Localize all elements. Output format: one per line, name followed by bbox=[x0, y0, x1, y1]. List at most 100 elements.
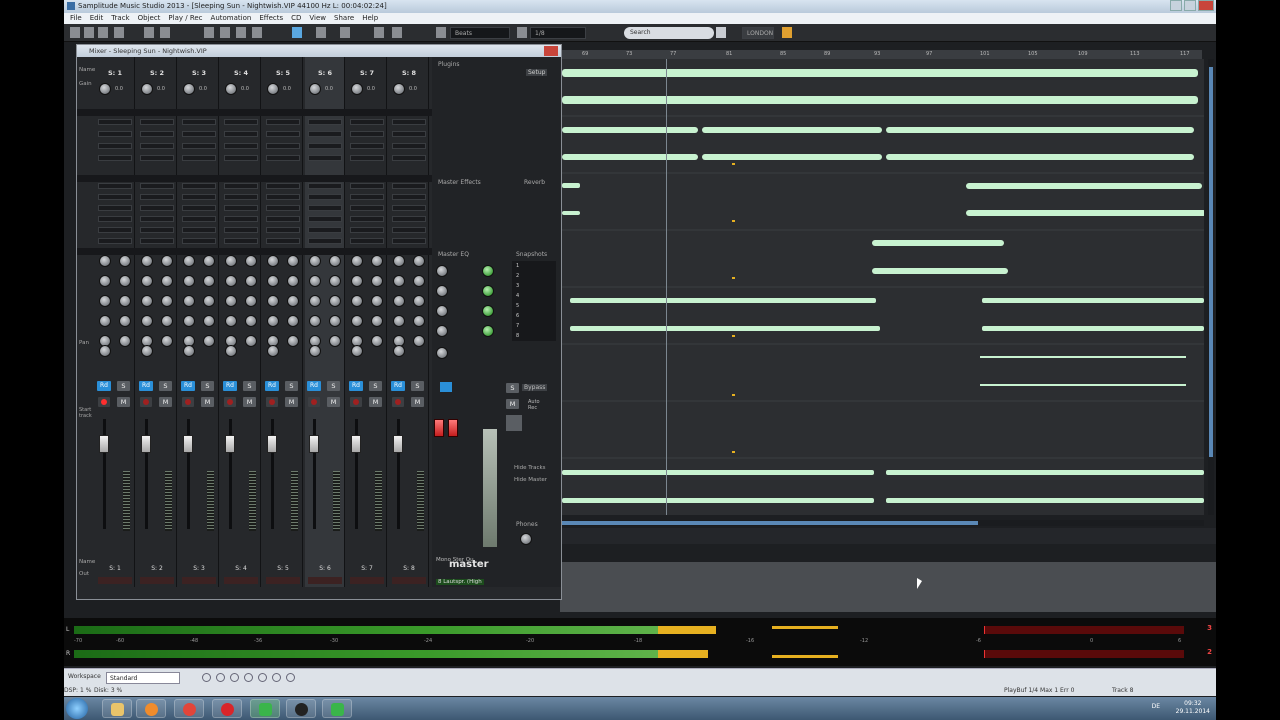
eq-freq-knob[interactable] bbox=[413, 275, 425, 287]
record-arm-button[interactable] bbox=[266, 397, 278, 407]
track-name-label[interactable]: S: 3 bbox=[181, 69, 217, 77]
insert-slot[interactable] bbox=[392, 216, 426, 222]
insert-slot[interactable] bbox=[182, 183, 216, 189]
aux-send-slot[interactable] bbox=[182, 119, 216, 125]
transport-more-icon[interactable] bbox=[272, 673, 281, 682]
mute-button[interactable]: M bbox=[243, 397, 256, 407]
menu-help[interactable]: Help bbox=[362, 13, 378, 24]
gain-knob[interactable] bbox=[183, 83, 195, 95]
snapshot-list[interactable]: 1 2 3 4 5 6 7 8 bbox=[512, 261, 556, 341]
aux-send-slot[interactable] bbox=[392, 155, 426, 161]
volume-fader[interactable] bbox=[393, 435, 403, 453]
track-name-label[interactable]: S: 5 bbox=[265, 69, 301, 77]
insert-slot[interactable] bbox=[224, 183, 258, 189]
master-eq-gain-knob[interactable] bbox=[482, 305, 494, 317]
insert-slot[interactable] bbox=[266, 183, 300, 189]
insert-slot[interactable] bbox=[350, 227, 384, 233]
eq-freq-knob[interactable] bbox=[287, 295, 299, 307]
master-eq-gain-knob[interactable] bbox=[482, 325, 494, 337]
eq-freq-knob[interactable] bbox=[371, 315, 383, 327]
insert-slot[interactable] bbox=[392, 238, 426, 244]
search-input[interactable]: Search bbox=[624, 27, 714, 39]
eq-knob[interactable] bbox=[141, 255, 153, 267]
setup-button[interactable]: Setup bbox=[526, 69, 548, 76]
track-name-label[interactable]: S: 7 bbox=[349, 69, 385, 77]
minimize-button[interactable] bbox=[1170, 0, 1182, 11]
aux-send-slot[interactable] bbox=[266, 119, 300, 125]
aux-send-slot[interactable] bbox=[350, 143, 384, 149]
phones-knob[interactable] bbox=[520, 533, 532, 545]
taskbar-recorder[interactable] bbox=[322, 699, 352, 718]
eq-freq-knob[interactable] bbox=[287, 255, 299, 267]
taskbar-media-player[interactable] bbox=[136, 699, 166, 718]
insert-slot[interactable] bbox=[98, 205, 132, 211]
aux-send-slot[interactable] bbox=[224, 143, 258, 149]
insert-slot[interactable] bbox=[308, 216, 342, 222]
eq-knob[interactable] bbox=[99, 295, 111, 307]
record-ready-button[interactable]: Rd bbox=[391, 381, 405, 391]
hide-master-toggle[interactable]: Hide Master bbox=[514, 477, 547, 483]
eq-knob[interactable] bbox=[309, 255, 321, 267]
aux-send-slot[interactable] bbox=[308, 143, 342, 149]
insert-slot[interactable] bbox=[224, 205, 258, 211]
eq-freq-knob[interactable] bbox=[119, 315, 131, 327]
master-eq-knob[interactable] bbox=[436, 285, 448, 297]
hide-tracks-toggle[interactable]: Hide Tracks bbox=[514, 465, 546, 471]
track-name-label[interactable]: S: 4 bbox=[223, 69, 259, 77]
menu-view[interactable]: View bbox=[309, 13, 326, 24]
undo-icon[interactable] bbox=[144, 27, 154, 38]
solo-button[interactable]: S bbox=[159, 381, 172, 391]
keyboard-icon[interactable] bbox=[374, 27, 384, 38]
volume-fader[interactable] bbox=[267, 435, 277, 453]
aux-send-slot[interactable] bbox=[308, 155, 342, 161]
help-icon[interactable] bbox=[782, 27, 792, 38]
eq-freq-knob[interactable] bbox=[161, 255, 173, 267]
eq-freq-knob[interactable] bbox=[371, 335, 383, 347]
grid-value-select[interactable]: 1/8 bbox=[530, 27, 586, 39]
eq-knob[interactable] bbox=[99, 275, 111, 287]
mute-button[interactable]: M bbox=[201, 397, 214, 407]
gain-knob[interactable] bbox=[393, 83, 405, 95]
record-ready-button[interactable]: Rd bbox=[97, 381, 111, 391]
snap-select[interactable]: Beats bbox=[450, 27, 510, 39]
solo-button[interactable]: S bbox=[411, 381, 424, 391]
output-select[interactable] bbox=[266, 577, 300, 584]
eq-freq-knob[interactable] bbox=[413, 315, 425, 327]
insert-slot[interactable] bbox=[392, 205, 426, 211]
volume-fader[interactable] bbox=[351, 435, 361, 453]
record-ready-button[interactable]: Rd bbox=[349, 381, 363, 391]
solo-button[interactable]: S bbox=[327, 381, 340, 391]
start-button-icon[interactable] bbox=[66, 698, 88, 719]
pencil-icon[interactable] bbox=[252, 27, 262, 38]
insert-slot[interactable] bbox=[224, 238, 258, 244]
insert-slot[interactable] bbox=[224, 216, 258, 222]
record-ready-button[interactable]: Rd bbox=[139, 381, 153, 391]
aux-send-slot[interactable] bbox=[224, 131, 258, 137]
insert-slot[interactable] bbox=[266, 216, 300, 222]
insert-slot[interactable] bbox=[98, 216, 132, 222]
gain-knob[interactable] bbox=[351, 83, 363, 95]
transport-loop-icon[interactable] bbox=[258, 673, 267, 682]
eq-knob[interactable] bbox=[351, 255, 363, 267]
insert-slot[interactable] bbox=[98, 238, 132, 244]
grid-icon[interactable] bbox=[436, 27, 446, 38]
eq-knob[interactable] bbox=[351, 275, 363, 287]
volume-fader[interactable] bbox=[183, 435, 193, 453]
eq-freq-knob[interactable] bbox=[329, 335, 341, 347]
eq-freq-knob[interactable] bbox=[329, 275, 341, 287]
transport-rewind-icon[interactable] bbox=[202, 673, 211, 682]
gain-knob[interactable] bbox=[225, 83, 237, 95]
insert-slot[interactable] bbox=[182, 227, 216, 233]
open-icon[interactable] bbox=[84, 27, 94, 38]
eq-knob[interactable] bbox=[225, 315, 237, 327]
transport-menu-icon[interactable] bbox=[286, 673, 295, 682]
insert-slot[interactable] bbox=[182, 216, 216, 222]
search-icon[interactable] bbox=[716, 27, 726, 38]
eq-freq-knob[interactable] bbox=[413, 335, 425, 347]
menu-effects[interactable]: Effects bbox=[259, 13, 283, 24]
mixer-close-button[interactable] bbox=[544, 46, 558, 56]
insert-slot[interactable] bbox=[308, 205, 342, 211]
eq-freq-knob[interactable] bbox=[245, 255, 257, 267]
eq-knob[interactable] bbox=[309, 275, 321, 287]
eq-knob[interactable] bbox=[267, 315, 279, 327]
